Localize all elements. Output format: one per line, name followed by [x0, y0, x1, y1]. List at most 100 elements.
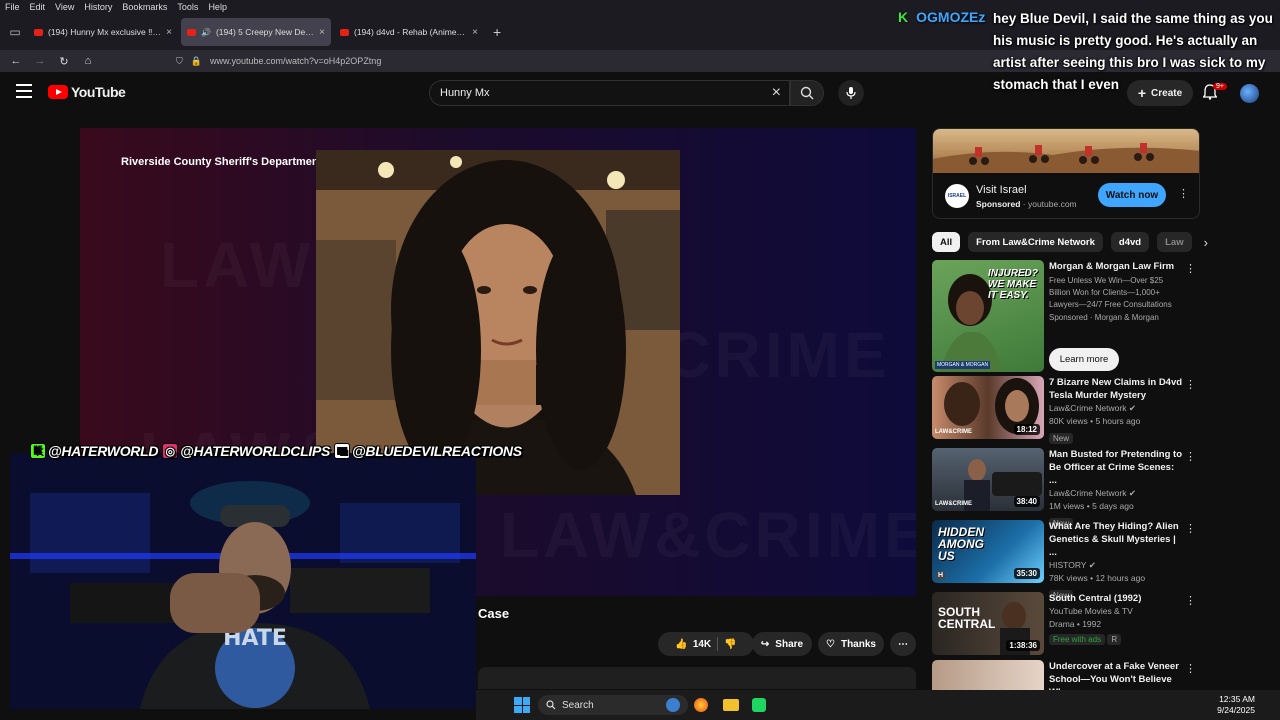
menu-edit[interactable]: Edit: [30, 2, 46, 12]
learn-more-button[interactable]: Learn more: [1049, 348, 1119, 371]
firefox-icon[interactable]: [694, 698, 708, 712]
microphone-icon: [846, 87, 856, 99]
speaker-icon[interactable]: 🔊: [201, 28, 211, 37]
tab-title: (194) d4vd - Rehab (Anime Vid: [354, 27, 468, 37]
sponsored-ad-card[interactable]: ISRAEL Visit Israel Sponsored · youtube.…: [932, 128, 1200, 219]
verified-icon: ✔: [1128, 403, 1136, 413]
chip-law[interactable]: Law: [1157, 232, 1192, 252]
taskbar-search[interactable]: Search: [538, 695, 688, 715]
video-thumbnail: LAW&CRIME 18:12: [932, 376, 1044, 439]
thanks-button[interactable]: ♡ Thanks: [818, 632, 884, 656]
kick-icon: K: [898, 9, 909, 25]
ad-title: Visit Israel: [976, 184, 1027, 196]
shield-icon[interactable]: ⛉: [176, 56, 183, 67]
menu-view[interactable]: View: [55, 2, 74, 12]
description-box[interactable]: [478, 667, 916, 689]
widgets-icon[interactable]: [666, 698, 680, 712]
menu-tools[interactable]: Tools: [177, 2, 198, 12]
verified-icon: ✔: [1128, 488, 1136, 498]
thumbs-up-icon: 👍: [675, 638, 688, 650]
more-icon[interactable]: ⋮: [1185, 450, 1196, 463]
reload-icon[interactable]: ↻: [52, 55, 76, 68]
menu-bookmarks[interactable]: Bookmarks: [122, 2, 167, 12]
windows-start-icon[interactable]: [514, 697, 530, 713]
recommendation-item[interactable]: Undercover at a Fake Veneer School—You W…: [932, 660, 1200, 690]
chip-all[interactable]: All: [932, 232, 961, 252]
more-icon[interactable]: ⋮: [1185, 522, 1196, 535]
home-icon[interactable]: ⌂: [76, 55, 100, 67]
menu-history[interactable]: History: [84, 2, 112, 12]
more-icon[interactable]: ⋮: [1185, 262, 1196, 275]
screen: File Edit View History Bookmarks Tools H…: [0, 0, 1280, 720]
video-title: Case: [478, 606, 510, 621]
like-button[interactable]: 👍 14K: [675, 639, 711, 650]
thumbs-down-icon: 👎: [724, 638, 737, 650]
windows-taskbar: Search 12:35 AM 9/24/2025: [476, 690, 1280, 720]
tab-creepy-details[interactable]: 🔊 (194) 5 Creepy New Details ×: [181, 18, 331, 46]
ad-banner-image: [933, 129, 1199, 173]
video-caption: Riverside County Sheriff's Department: [121, 156, 323, 168]
more-icon[interactable]: ⋮: [1185, 378, 1196, 391]
voice-search-button[interactable]: [838, 80, 864, 106]
tab-title: (194) Hunny Mx exclusive ‼ - Y: [48, 27, 162, 37]
search-button[interactable]: [790, 80, 824, 106]
chip-from-lawcrime[interactable]: From Law&Crime Network: [968, 232, 1103, 252]
tab-list-icon[interactable]: ▭: [2, 19, 28, 45]
search-input[interactable]: Hunny Mx ×: [429, 80, 790, 106]
share-icon: ↪: [760, 638, 770, 650]
chips-next-icon[interactable]: ›: [1204, 235, 1208, 250]
social-mail: ✉ @BLUEDEVILREACTIONS: [334, 443, 522, 459]
related-filter-chips: All From Law&Crime Network d4vd Law ›: [932, 232, 1208, 252]
rating-badge: R: [1107, 634, 1122, 645]
tab-hunny-mx[interactable]: (194) Hunny Mx exclusive ‼ - Y ×: [28, 18, 178, 46]
video-thumbnail: HIDDEN AMONG US H 35:30: [932, 520, 1044, 583]
chat-username: OGMOZEz: [916, 9, 986, 25]
more-actions-button[interactable]: ⋯: [890, 632, 916, 656]
tab-title: (194) 5 Creepy New Details: [215, 27, 315, 37]
watch-now-button[interactable]: Watch now: [1098, 183, 1166, 207]
tab-d4vd-rehab[interactable]: (194) d4vd - Rehab (Anime Vid ×: [334, 18, 484, 46]
share-button[interactable]: ↪ Share: [752, 632, 812, 656]
sponsored-recommendation[interactable]: INJURED? WE MAKE IT EASY. MORGAN & MORGA…: [932, 260, 1200, 372]
video-thumbnail: INJURED? WE MAKE IT EASY. MORGAN & MORGA…: [932, 260, 1044, 372]
more-icon[interactable]: ⋮: [1185, 594, 1196, 607]
recommendation-item[interactable]: HIDDEN AMONG US H 35:30 What Are They Hi…: [932, 520, 1200, 601]
video-thumbnail: [932, 660, 1044, 690]
search-icon: [800, 86, 814, 100]
video-thumbnail: SOUTH CENTRAL 1:38:36: [932, 592, 1044, 655]
streamer-webcam-image: HATE: [10, 453, 476, 709]
more-horizontal-icon: ⋯: [898, 638, 908, 650]
chip-d4vd[interactable]: d4vd: [1110, 232, 1150, 252]
back-icon[interactable]: ←: [4, 55, 28, 67]
menu-file[interactable]: File: [5, 2, 20, 12]
ad-more-icon[interactable]: ⋮: [1178, 187, 1189, 200]
tab-close-icon[interactable]: ×: [166, 27, 172, 38]
more-icon[interactable]: ⋮: [1185, 662, 1196, 675]
clear-search-icon[interactable]: ×: [772, 84, 781, 102]
tab-close-icon[interactable]: ×: [319, 27, 325, 38]
url-text: www.youtube.com/watch?v=oH4p2OPZtng: [209, 56, 382, 66]
file-explorer-icon[interactable]: [723, 699, 739, 711]
recommendation-item[interactable]: LAW&CRIME 38:40 Man Busted for Pretendin…: [932, 448, 1200, 529]
social-instagram: ◎ @HATERWORLDCLIPS: [162, 443, 330, 459]
youtube-favicon-icon: [34, 28, 43, 36]
like-dislike-group: 👍 14K 👎: [658, 632, 754, 656]
new-tab-icon[interactable]: +: [493, 24, 501, 40]
mail-icon: ✉: [334, 443, 351, 459]
recommendation-item[interactable]: SOUTH CENTRAL 1:38:36 South Central (199…: [932, 592, 1200, 658]
lock-icon[interactable]: 🔒: [191, 56, 202, 67]
forward-icon[interactable]: →: [28, 55, 52, 67]
youtube-logo[interactable]: YouTube: [48, 84, 126, 100]
menu-help[interactable]: Help: [208, 2, 227, 12]
recommendation-item[interactable]: LAW&CRIME 18:12 7 Bizarre New Claims in …: [932, 376, 1200, 444]
hamburger-menu-icon[interactable]: [16, 84, 32, 98]
tab-close-icon[interactable]: ×: [472, 27, 478, 38]
app-icon[interactable]: [752, 698, 766, 712]
social-kick: K @HATERWORLD: [30, 443, 158, 459]
stream-chat-overlay: K OGMOZEz hey Blue Devil, I said the sam…: [898, 0, 1278, 100]
url-bar[interactable]: ⛉ 🔒 www.youtube.com/watch?v=oH4p2OPZtng: [176, 52, 936, 70]
ad-logo: ISRAEL: [945, 184, 969, 208]
taskbar-clock[interactable]: 12:35 AM 9/24/2025: [1217, 694, 1255, 716]
free-with-ads-badge: Free with ads: [1049, 634, 1106, 645]
dislike-button[interactable]: 👎: [724, 639, 736, 650]
